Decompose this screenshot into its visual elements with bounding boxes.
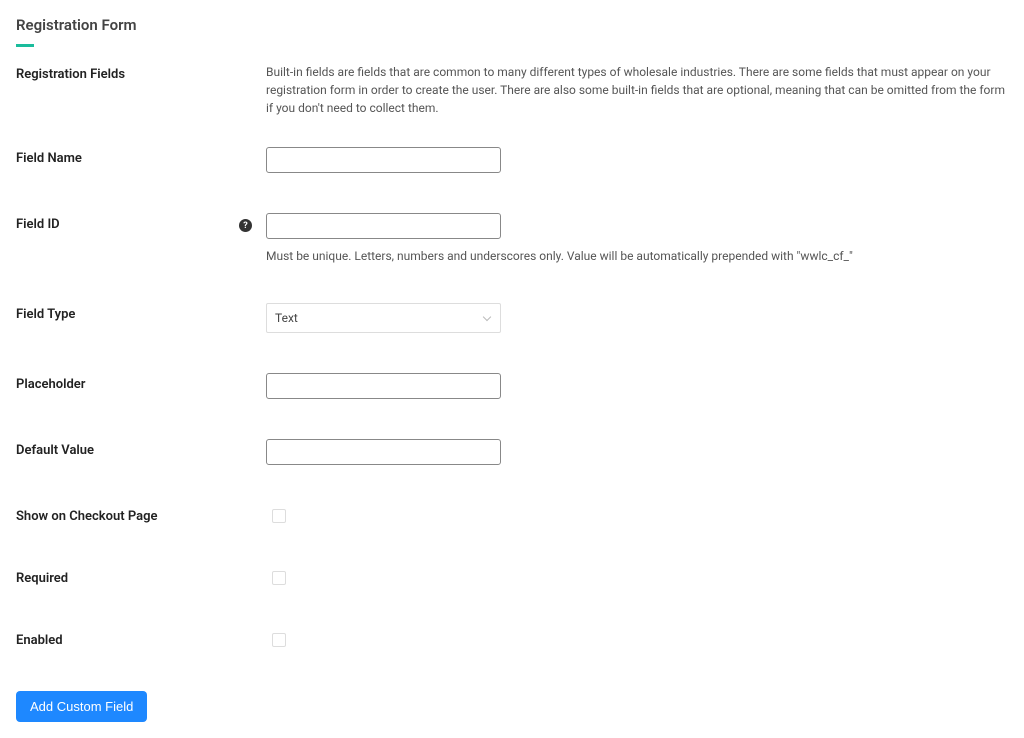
field-id-label: Field ID ?	[16, 213, 266, 232]
enabled-checkbox[interactable]	[272, 633, 286, 647]
show-on-checkout-label: Show on Checkout Page	[16, 505, 266, 524]
add-custom-field-button[interactable]: Add Custom Field	[16, 691, 147, 722]
default-value-input[interactable]	[266, 439, 501, 465]
placeholder-input[interactable]	[266, 373, 501, 399]
enabled-label: Enabled	[16, 629, 266, 648]
section-heading: Registration Fields	[16, 63, 266, 82]
field-id-input[interactable]	[266, 213, 501, 239]
accent-underline	[16, 44, 34, 47]
field-name-input[interactable]	[266, 147, 501, 173]
field-type-selected: Text	[275, 311, 298, 325]
field-id-label-text: Field ID	[16, 217, 60, 232]
default-value-label: Default Value	[16, 439, 266, 458]
section-description: Built-in fields are fields that are comm…	[266, 63, 1008, 117]
field-id-helper: Must be unique. Letters, numbers and und…	[266, 249, 1008, 263]
placeholder-label: Placeholder	[16, 373, 266, 392]
field-type-select[interactable]: Text	[266, 303, 501, 333]
help-icon[interactable]: ?	[239, 219, 252, 232]
field-type-label: Field Type	[16, 303, 266, 322]
required-label: Required	[16, 567, 266, 586]
show-on-checkout-checkbox[interactable]	[272, 509, 286, 523]
required-checkbox[interactable]	[272, 571, 286, 585]
page-title: Registration Form	[16, 16, 1008, 34]
chevron-down-icon	[482, 313, 492, 323]
field-name-label: Field Name	[16, 147, 266, 166]
